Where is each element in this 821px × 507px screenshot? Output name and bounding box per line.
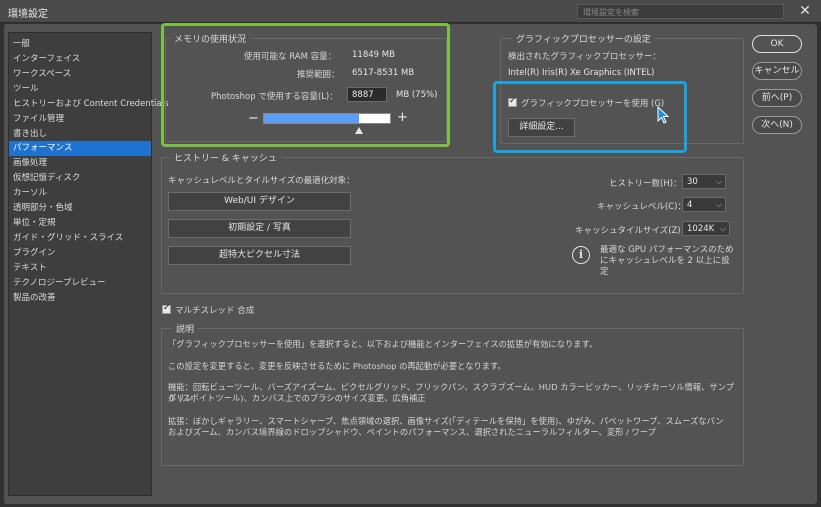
highlight-memory-box [161, 23, 450, 147]
huge-pixel-dimensions-button[interactable]: 超特大ピクセル寸法 [168, 246, 351, 265]
mouse-pointer-icon [657, 106, 670, 124]
sidebar-item-scratch-disks[interactable]: 仮想記憶ディスク [9, 171, 151, 186]
cache-levels-select[interactable]: 4 ⌵ [682, 197, 726, 212]
sidebar-item-type[interactable]: テキスト [9, 261, 151, 276]
next-button[interactable]: 次へ(N) [752, 116, 802, 134]
title-bar: 環境設定 環境設定を検索 ✕ [0, 0, 821, 23]
sidebar-item-general[interactable]: 一般 [9, 37, 151, 52]
cancel-button[interactable]: キャンセル [752, 62, 802, 80]
sidebar-item-transparency[interactable]: 透明部分・色域 [9, 201, 151, 216]
sidebar-item-export[interactable]: 書き出し [9, 127, 151, 142]
sidebar-item-history[interactable]: ヒストリーおよび Content Credentials [9, 97, 168, 112]
description-text-3b: グ (スポイトツール)、カンバス上でのブラシのサイズ変更、広角補正 [168, 393, 426, 403]
sidebar-item-product-improvement[interactable]: 製品の改善 [9, 291, 151, 306]
info-text-line3: 定 [600, 267, 609, 277]
prev-button[interactable]: 前へ(P) [752, 89, 802, 107]
chevron-down-icon: ⌵ [719, 224, 726, 233]
cache-levels-value: 4 [687, 200, 693, 210]
cache-tile-size-select[interactable]: 1024K ⌵ [682, 221, 730, 236]
chevron-down-icon: ⌵ [715, 177, 722, 186]
description-text-4a: 拡張：ぼかしギャラリー、スマートシャープ、焦点領域の選択、画像サイズ(「ディテー… [168, 416, 724, 426]
search-input[interactable]: 環境設定を検索 [577, 4, 784, 19]
sidebar-item-guides[interactable]: ガイド・グリッド・スライス [9, 231, 151, 246]
gpu-settings-legend: グラフィックプロセッサーの設定 [512, 32, 655, 45]
sidebar-item-file-handling[interactable]: ファイル管理 [9, 112, 151, 127]
default-photos-button[interactable]: 初期設定 / 写真 [168, 219, 351, 238]
detected-gpu-label: 検出されたグラフィックプロセッサー： [508, 52, 661, 62]
optimize-label: キャッシュレベルとタイルサイズの最適化対象： [168, 176, 355, 186]
cache-levels-label: キャッシュレベル(C)： [597, 202, 686, 212]
sidebar-item-image-processing[interactable]: 画像処理 [9, 156, 151, 171]
cache-tile-size-value: 1024K [687, 224, 715, 234]
sidebar-item-plugins[interactable]: プラグイン [9, 246, 151, 261]
sidebar: 一般 インターフェイス ワークスペース ツール ヒストリーおよび Content… [8, 32, 168, 496]
sidebar-item-cursors[interactable]: カーソル [9, 186, 151, 201]
sidebar-item-performance[interactable]: パフォーマンス [9, 141, 151, 156]
chevron-down-icon: ⌵ [715, 200, 722, 209]
history-states-select[interactable]: 30 ⌵ [682, 174, 726, 189]
info-icon: i [572, 246, 590, 264]
close-icon[interactable]: ✕ [796, 2, 814, 20]
description-text-4b: およびズーム、カンバス境界線のドロップシャドウ、ペイントのパフォーマンス、選択さ… [168, 427, 656, 437]
sidebar-item-tech-previews[interactable]: テクノロジープレビュー [9, 276, 151, 291]
multithread-checkbox[interactable] [162, 303, 171, 314]
info-text-line2: にキャッシュレベルを 2 以上に設 [600, 256, 730, 266]
sidebar-item-tools[interactable]: ツール [9, 82, 151, 97]
description-text-2: この設定を変更すると、変更を反映させるために Photoshop の再起動が必要… [168, 361, 506, 371]
multithread-label: マルチスレッド 合成 [175, 306, 255, 316]
history-cache-legend: ヒストリー & キャッシュ [170, 151, 281, 164]
ok-button[interactable]: OK [752, 35, 802, 53]
web-ui-design-button[interactable]: Web/UI デザイン [168, 192, 351, 211]
history-states-label: ヒストリー数(H)： [609, 179, 682, 189]
sidebar-item-units[interactable]: 単位・定規 [9, 216, 151, 231]
description-text-1: 「グラフィックプロセッサーを使用」を選択すると、以下および機能とインターフェイス… [168, 339, 598, 349]
history-states-value: 30 [687, 177, 698, 187]
detected-gpu-value: Intel(R) Iris(R) Xe Graphics (INTEL) [508, 68, 655, 78]
sidebar-item-workspace[interactable]: ワークスペース [9, 67, 151, 82]
cache-tile-size-label: キャッシュタイルサイズ(Z)： [575, 226, 690, 236]
window-title: 環境設定 [8, 9, 48, 20]
sidebar-item-interface[interactable]: インターフェイス [9, 52, 151, 67]
description-legend: 説明 [172, 322, 199, 335]
